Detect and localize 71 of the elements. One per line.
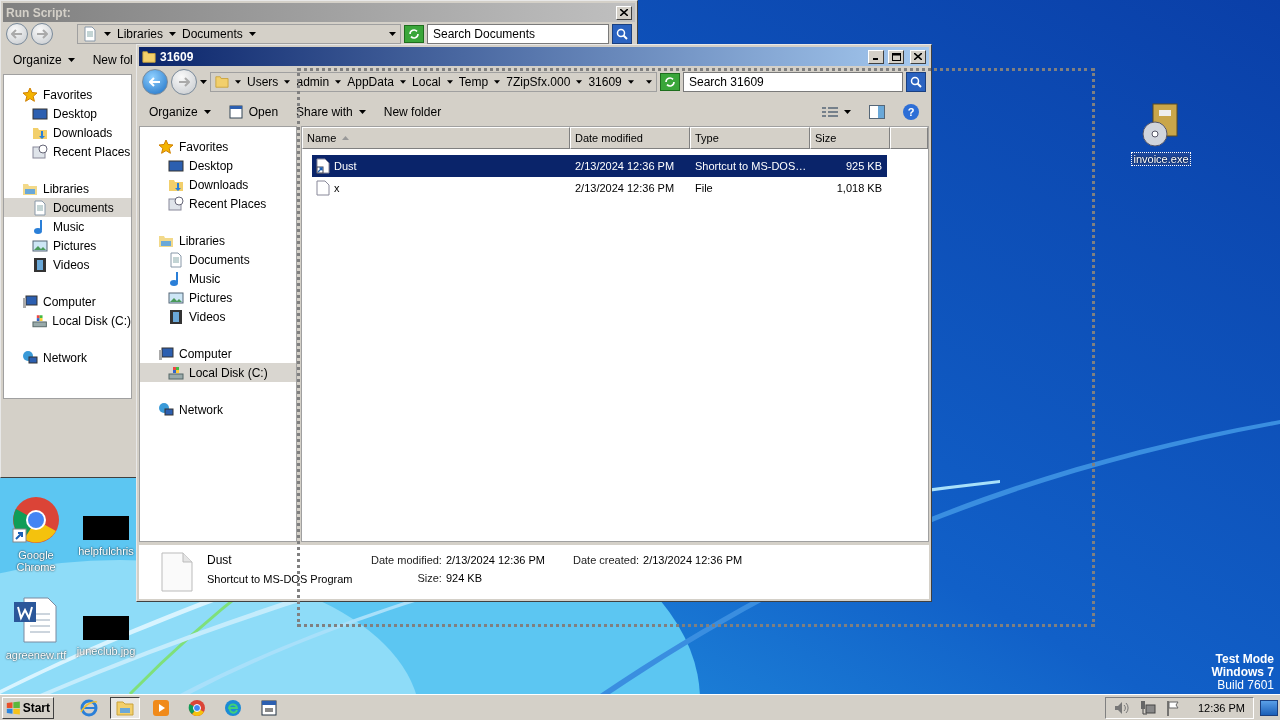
breadcrumb-item[interactable]: Local — [412, 75, 441, 89]
property-value: 2/13/2024 12:36 PM — [643, 554, 743, 566]
desktop-icon-label[interactable]: invoice.exe — [1131, 152, 1191, 166]
nav-item[interactable]: Documents — [140, 250, 296, 269]
nav-item[interactable]: Network — [4, 348, 131, 367]
breadcrumb-item[interactable]: AppData — [347, 75, 394, 89]
nav-item[interactable]: Libraries — [140, 231, 296, 250]
file-type: Shortcut to MS-DOS Program — [207, 573, 353, 585]
nav-item[interactable]: Downloads — [140, 175, 296, 194]
breadcrumb-item[interactable]: Users — [247, 75, 279, 89]
table-cell-text: 2/13/2024 12:36 PM — [574, 160, 676, 172]
breadcrumb-item[interactable]: Temp — [458, 75, 489, 89]
breadcrumb-item[interactable]: 31609 — [588, 75, 622, 89]
nav-item[interactable]: Music — [140, 269, 296, 288]
toolbar-button[interactable]: Open — [228, 105, 279, 119]
file-name: x — [334, 182, 340, 194]
window-title: Run Script: — [6, 5, 72, 20]
table-cell-text: 1,018 KB — [835, 182, 883, 194]
property-value: 2/13/2024 12:36 PM — [445, 554, 545, 566]
property-label: Date modified: — [371, 554, 442, 566]
nav-item[interactable]: Local Disk (C:) — [140, 363, 296, 382]
property-value: 924 KB — [445, 572, 484, 584]
nav-item[interactable]: Network — [140, 400, 296, 419]
nav-item[interactable]: Recent Places — [4, 142, 131, 161]
help-button[interactable]: ? — [903, 104, 919, 120]
nav-item[interactable]: Pictures — [4, 236, 131, 255]
nav-item[interactable]: Music — [4, 217, 131, 236]
toolbar-button[interactable]: New fol — [92, 53, 133, 67]
toolbar-button[interactable]: Organize — [13, 53, 75, 67]
nav-item[interactable]: Downloads — [4, 123, 131, 142]
nav-item[interactable]: Recent Places — [140, 194, 296, 213]
nav-item[interactable]: Desktop — [4, 104, 131, 123]
toolbar-button[interactable]: Organize — [149, 105, 211, 119]
table-cell-text: 925 KB — [844, 160, 883, 172]
window-title: 31609 — [160, 49, 195, 64]
nav-item[interactable]: Local Disk (C:) — [4, 311, 131, 330]
system-notice-text: Windows 7 — [1211, 666, 1274, 679]
clock: 12:36 PM — [1197, 701, 1245, 714]
nav-item[interactable]: Computer — [4, 292, 131, 311]
search-field[interactable]: Search Documents — [427, 24, 609, 44]
column-header[interactable]: Size — [810, 127, 890, 149]
nav-item[interactable]: Favorites — [140, 137, 296, 156]
column-header[interactable]: Date modified — [570, 127, 690, 149]
property-label: Date created: — [573, 554, 640, 566]
nav-item[interactable]: Libraries — [4, 179, 131, 198]
column-header[interactable]: Name — [302, 127, 570, 149]
property-label: Size: — [416, 572, 442, 584]
file-row[interactable]: Dust 2/13/2024 12:36 PM Shortcut to MS-DOS… 925 KB — [312, 155, 887, 177]
table-cell-text: 2/13/2024 12:36 PM — [574, 182, 676, 194]
column-header[interactable]: Type — [690, 127, 810, 149]
start-button[interactable]: Start — [2, 696, 54, 719]
nav-item[interactable]: Pictures — [140, 288, 296, 307]
nav-item[interactable]: Documents — [4, 198, 131, 217]
address-bar[interactable]: Libraries Documents — [77, 24, 401, 44]
table-cell-text: File — [694, 182, 714, 194]
breadcrumb-item[interactable]: Documents — [182, 27, 243, 41]
breadcrumb-item[interactable]: 7ZipSfx.000 — [506, 75, 571, 89]
file-name: Dust — [207, 553, 232, 567]
breadcrumb-item[interactable]: Libraries — [117, 27, 164, 41]
file-row[interactable]: x 2/13/2024 12:36 PM File 1,018 KB — [312, 177, 887, 199]
nav-item[interactable]: Videos — [140, 307, 296, 326]
file-name: Dust — [334, 160, 357, 172]
table-cell-text: Shortcut to MS-DOS… — [694, 160, 808, 172]
nav-item[interactable]: Computer — [140, 344, 296, 363]
toolbar-button[interactable]: New folder — [383, 105, 442, 119]
system-notice-text: Build 7601 — [1217, 679, 1274, 692]
nav-item[interactable]: Videos — [4, 255, 131, 274]
nav-item[interactable]: Desktop — [140, 156, 296, 175]
nav-item[interactable]: Favorites — [4, 85, 131, 104]
search-field[interactable]: Search 31609 — [683, 72, 903, 92]
system-notice-text: Test Mode — [1215, 653, 1274, 666]
